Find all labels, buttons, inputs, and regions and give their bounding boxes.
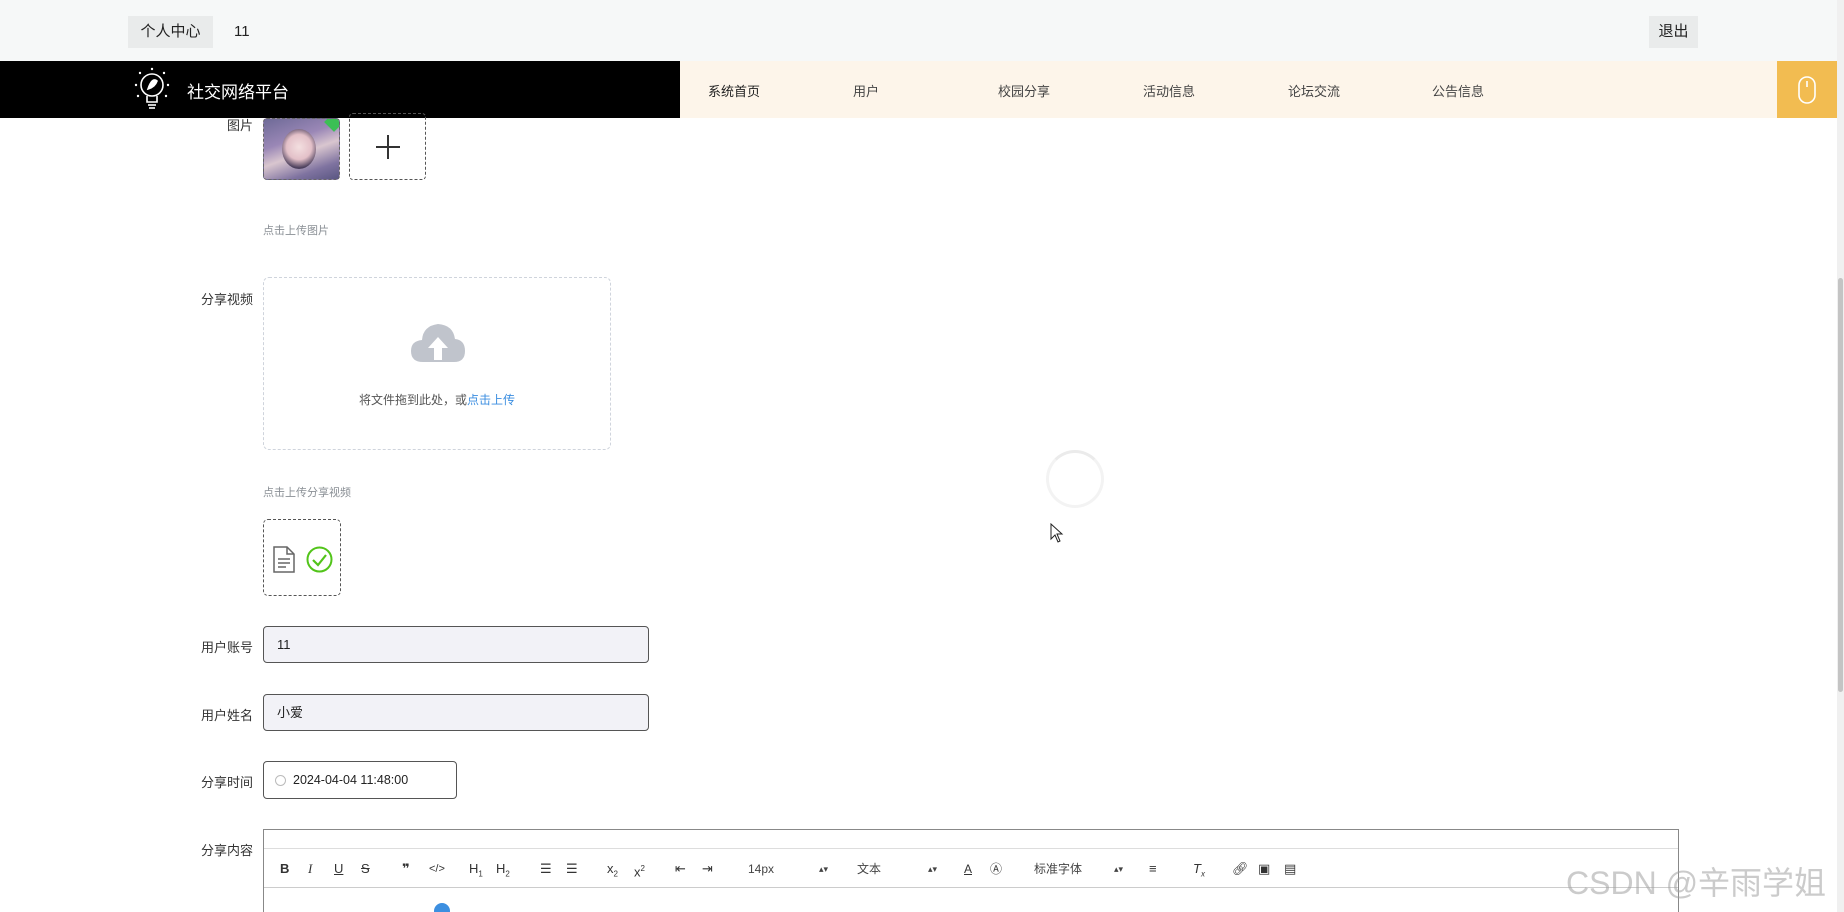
italic-icon[interactable]: I <box>308 859 312 879</box>
clock-icon <box>275 775 286 786</box>
code-block-icon[interactable]: </> <box>429 859 445 879</box>
thumbnail-photo <box>282 129 316 169</box>
document-icon <box>273 546 295 573</box>
upload-cloud-icon <box>411 324 465 362</box>
top-bar: 个人中心 11 退出 <box>0 0 1844 61</box>
dropzone-instruction: 将文件拖到此处，或 <box>358 393 467 407</box>
watermark: CSDN @辛雨学姐 <box>1566 865 1827 901</box>
image-upload-hint: 点击上传图片 <box>263 225 329 237</box>
ordered-list-icon[interactable]: ☰ <box>540 859 552 879</box>
name-label: 用户姓名 <box>200 708 253 723</box>
share-time-value: 2024-04-04 11:48:00 <box>293 773 409 787</box>
resize-handle[interactable] <box>434 903 450 912</box>
subscript-icon[interactable]: x2 <box>607 859 618 879</box>
brand-title: 社交网络平台 <box>187 83 289 102</box>
lightbulb-logo-icon <box>134 67 170 109</box>
bold-icon[interactable]: B <box>280 859 289 879</box>
account-label: 用户账号 <box>200 640 253 655</box>
editor-toolbar: B I U S ❞ </> H1 H2 ☰ ☰ x2 x2 ⇤ ⇥ 14px ▴… <box>264 848 1678 888</box>
block-type-select[interactable]: 文本 <box>857 859 881 879</box>
share-time-picker[interactable]: 2024-04-04 11:48:00 <box>263 761 457 799</box>
link-icon[interactable]: 🔗︎ <box>1232 859 1249 879</box>
menu-item-notices[interactable]: 公告信息 <box>1432 81 1484 100</box>
content-label: 分享内容 <box>200 843 253 858</box>
heading-2-icon[interactable]: H2 <box>496 859 510 879</box>
dropzone-upload-link[interactable]: 点击上传 <box>467 393 515 407</box>
account-input[interactable]: 11 <box>263 626 649 663</box>
uploaded-image-thumbnail[interactable] <box>263 118 340 180</box>
upload-success-corner-icon <box>324 119 339 132</box>
align-icon[interactable]: ≡ <box>1149 859 1157 879</box>
menu-item-forum[interactable]: 论坛交流 <box>1288 81 1340 100</box>
image-label: 图片 <box>226 118 253 133</box>
image-icon[interactable]: ▣ <box>1258 859 1270 879</box>
main-menu: 系统首页 用户 校园分享 活动信息 论坛交流 公告信息 <box>680 61 1777 118</box>
video-upload-hint: 点击上传分享视频 <box>263 487 351 499</box>
video-icon[interactable]: ▤ <box>1284 859 1296 879</box>
font-family-arrows-icon: ▴▾ <box>1114 864 1124 874</box>
font-color-icon[interactable]: A <box>964 859 972 879</box>
uploaded-video-file[interactable] <box>263 519 341 596</box>
menu-item-activities[interactable]: 活动信息 <box>1143 81 1195 100</box>
indent-icon[interactable]: ⇥ <box>702 859 713 879</box>
current-username: 11 <box>234 23 250 40</box>
add-image-button[interactable] <box>349 113 426 180</box>
page: 个人中心 11 退出 社交网络平台 系统首页 用户 校园分享 活动信息 论坛交流 <box>0 0 1844 912</box>
check-circle-icon <box>306 546 333 573</box>
personal-center-button[interactable]: 个人中心 <box>128 16 213 48</box>
menu-item-campus-share[interactable]: 校园分享 <box>998 81 1050 100</box>
background-color-icon[interactable]: Ⓐ <box>990 859 1002 879</box>
mouse-cursor-icon <box>1050 523 1064 543</box>
video-label: 分享视频 <box>200 292 253 307</box>
nav-side-tab[interactable] <box>1777 61 1837 118</box>
name-input[interactable]: 小爱 <box>263 694 649 731</box>
heading-1-icon[interactable]: H1 <box>469 859 483 879</box>
scrollbar-thumb[interactable] <box>1838 278 1843 692</box>
underline-icon[interactable]: U <box>334 859 343 879</box>
menu-item-users[interactable]: 用户 <box>853 81 879 100</box>
clear-format-icon[interactable]: Tx <box>1193 859 1205 879</box>
outdent-icon[interactable]: ⇤ <box>675 859 686 879</box>
video-dropzone[interactable]: 将文件拖到此处，或点击上传 <box>263 277 611 450</box>
bullet-list-icon[interactable]: ☰ <box>566 859 578 879</box>
strikethrough-icon[interactable]: S <box>361 859 370 879</box>
font-size-arrows-icon: ▴▾ <box>819 864 829 874</box>
font-size-select[interactable]: 14px <box>748 859 774 879</box>
brand-bar: 社交网络平台 <box>0 61 680 118</box>
dropzone-text: 将文件拖到此处，或点击上传 <box>264 391 610 408</box>
font-family-select[interactable]: 标准字体 <box>1034 859 1082 879</box>
time-label: 分享时间 <box>200 775 253 790</box>
superscript-icon[interactable]: x2 <box>634 859 645 879</box>
logout-button[interactable]: 退出 <box>1649 16 1698 48</box>
blockquote-icon[interactable]: ❞ <box>402 859 410 879</box>
rich-text-editor[interactable]: B I U S ❞ </> H1 H2 ☰ ☰ x2 x2 ⇤ ⇥ 14px ▴… <box>263 829 1679 912</box>
mouse-icon <box>1798 76 1816 104</box>
loading-spinner <box>1046 450 1104 508</box>
menu-item-home[interactable]: 系统首页 <box>708 81 760 100</box>
block-type-arrows-icon: ▴▾ <box>928 864 938 874</box>
